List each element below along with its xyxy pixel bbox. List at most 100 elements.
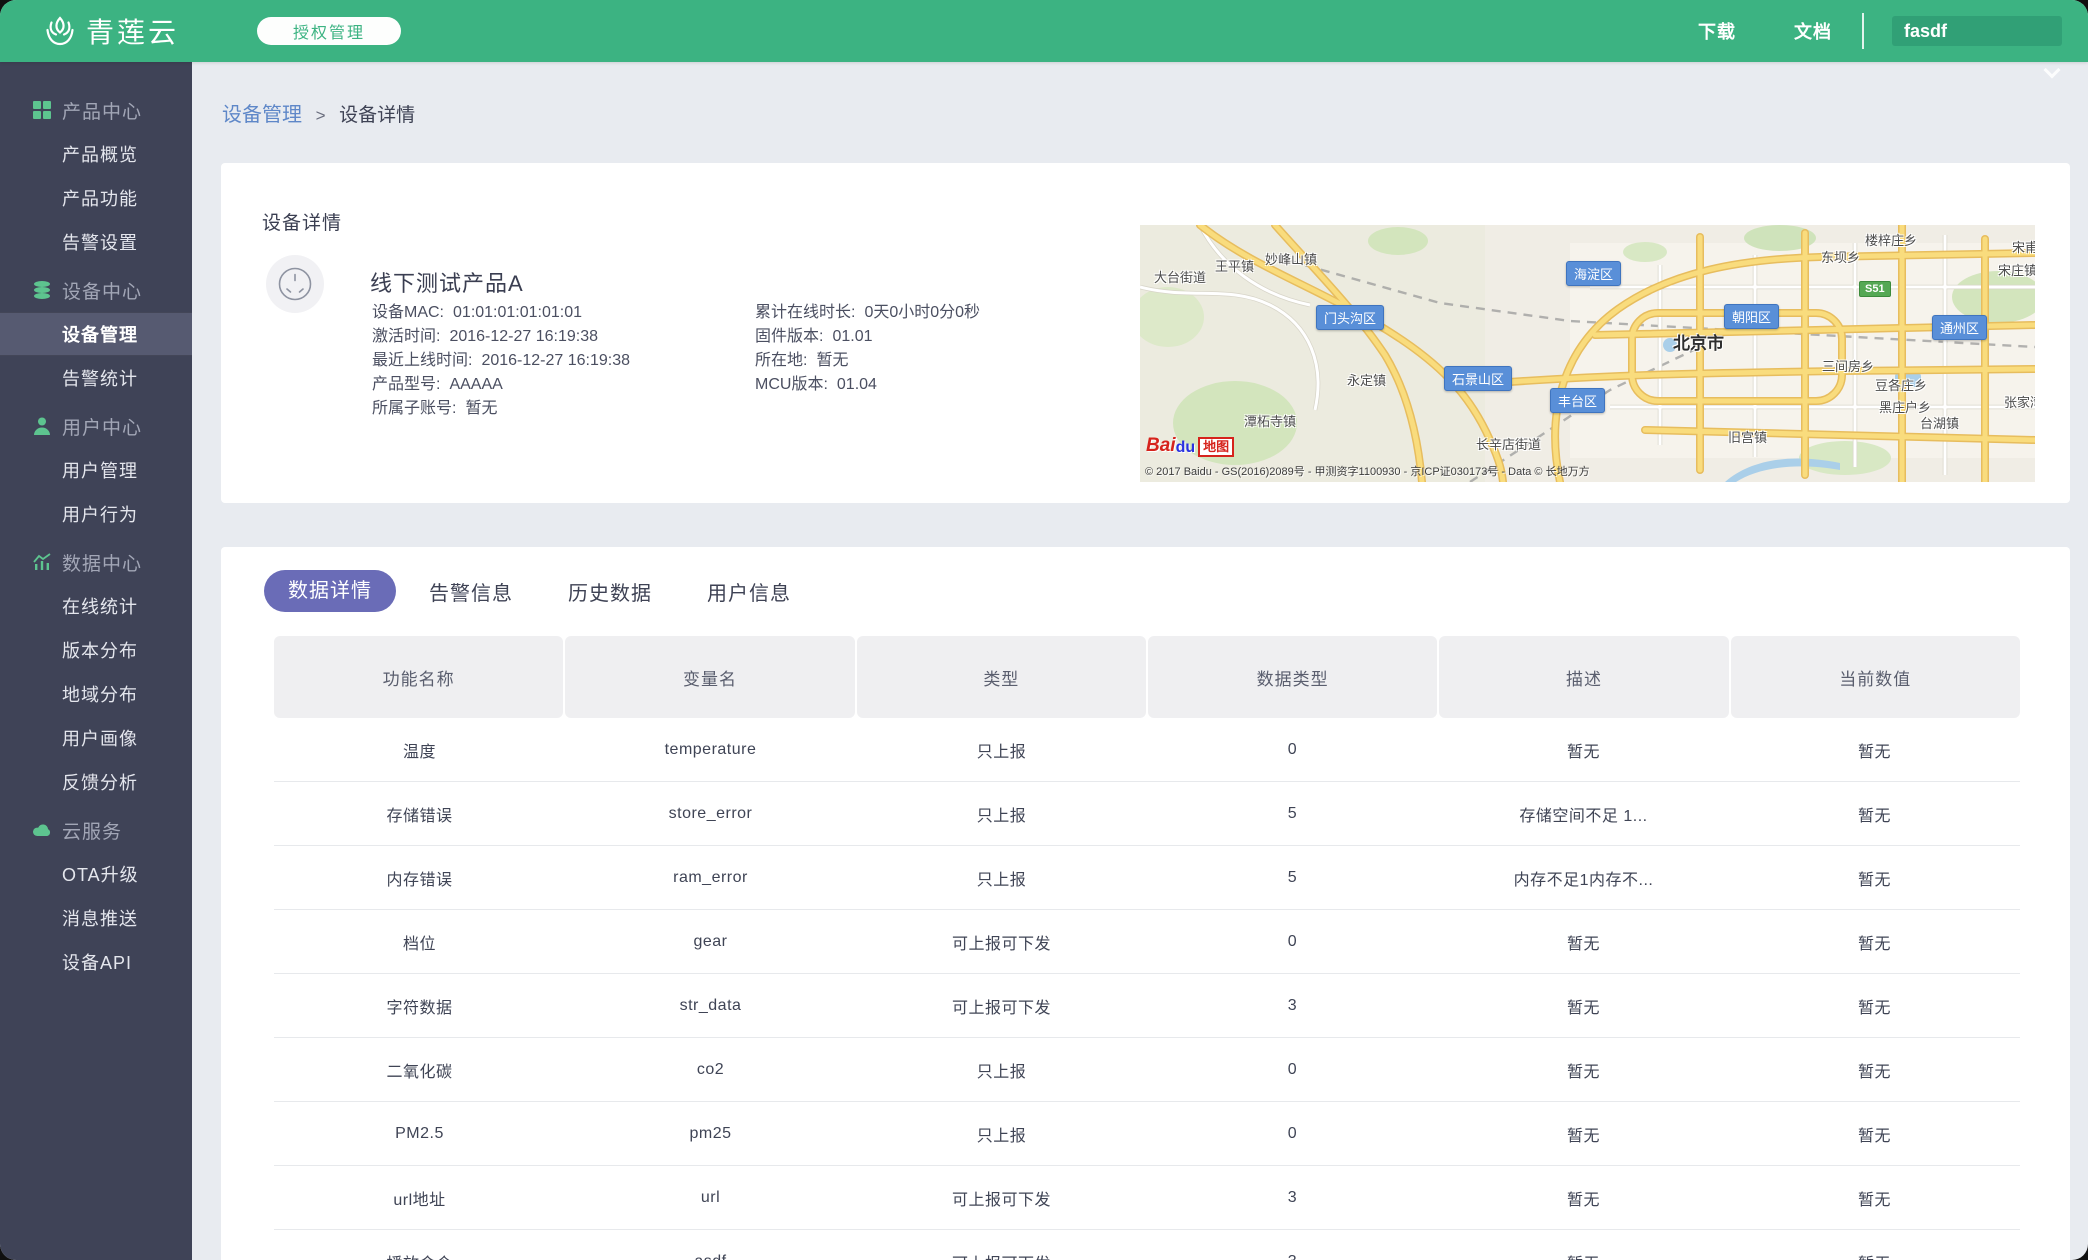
tab-item[interactable]: 用户信息 [707,577,791,606]
table-cell: 可上报可下发 [856,974,1147,1037]
field-label: 设备MAC: [372,304,444,321]
socket-icon [274,263,316,305]
field-value: 暂无 [816,352,848,369]
sidebar-item[interactable]: 用户管理 [0,448,192,492]
sidebar-section-label: 数据中心 [62,549,142,576]
table-cell: PM2.5 [274,1102,565,1165]
table-cell: 只上报 [856,782,1147,845]
table-cell: ram_error [565,846,856,909]
device-field: 所在地:暂无 [755,349,980,373]
sidebar-item[interactable]: 用户画像 [0,716,192,760]
table-cell: 3 [1147,1230,1438,1260]
table-cell: 只上报 [856,1102,1147,1165]
download-link[interactable]: 下载 [1698,18,1736,44]
sidebar-item[interactable]: 产品功能 [0,176,192,220]
map-district-label: 石景山区 [1444,366,1512,391]
table-cell: 暂无 [1729,1038,2020,1101]
sidebar-item[interactable]: 版本分布 [0,628,192,672]
table-cell: 暂无 [1729,1102,2020,1165]
card-title: 设备详情 [262,208,342,235]
cloud-icon [32,820,52,840]
table-cell: 二氧化碳 [274,1038,565,1101]
device-field: 设备MAC: 01:01:01:01:01:01 [372,301,630,325]
app-name: 青莲云 [86,11,179,51]
table-row: 档位gear可上报可下发0暂无暂无 [274,910,2020,974]
docs-link[interactable]: 文档 [1794,18,1832,44]
sidebar-section-device-center[interactable]: 设备中心 [0,268,192,312]
table-cell: 暂无 [1729,1166,2020,1229]
sidebar-section-label: 产品中心 [62,97,142,124]
table-cell: 5 [1147,782,1438,845]
table-row: PM2.5pm25只上报0暂无暂无 [274,1102,2020,1166]
table-row: 存储错误store_error只上报5存储空间不足 1...暂无 [274,782,2020,846]
table-cell: 只上报 [856,718,1147,781]
map-city-label: 北京市 [1673,329,1724,354]
map-district-label: 朝阳区 [1724,304,1779,329]
sidebar-item[interactable]: 设备API [0,940,192,984]
field-value: 2016-12-27 16:19:38 [481,352,630,369]
sidebar-item[interactable]: 用户行为 [0,492,192,536]
device-fields-left: 设备MAC:01:01:01:01:01:01 激活时间:2016-12-27 … [372,301,630,421]
top-bar: 青莲云 授权管理 下载 文档 [0,0,2088,62]
tab-item[interactable]: 告警信息 [429,577,513,606]
breadcrumb-device-management[interactable]: 设备管理 [222,104,302,126]
breadcrumb-current: 设备详情 [339,105,415,126]
device-field: 所属子账号:暂无 [372,397,630,421]
sidebar-section-data-center[interactable]: 数据中心 [0,540,192,584]
sidebar-item[interactable]: 告警统计 [0,356,192,400]
table-cell: 暂无 [1438,1166,1729,1229]
table-cell: 内存不足1内存不... [1438,846,1729,909]
field-value: 01:01:01:01:01:01 [453,304,582,321]
main-content: 设备管理 > 设备详情 设备详情 线下测试产品A 设备MAC: 01:01:01:… [192,62,2088,1260]
table-cell: 存储错误 [274,782,565,845]
breadcrumb-separator: > [316,106,326,125]
app-window: 青莲云 授权管理 下载 文档 产品中心 产品概览产品功能告警设置 设备中心 设备… [0,0,2088,1260]
table-header-cell: 类型 [857,636,1146,718]
chart-icon [32,552,52,572]
field-value: AAAAA [449,376,502,393]
tab-item[interactable]: 历史数据 [568,577,652,606]
sidebar-section-product-center[interactable]: 产品中心 [0,88,192,132]
map-district-label: 丰台区 [1550,388,1605,413]
table-cell: 暂无 [1438,718,1729,781]
sidebar-item[interactable]: OTA升级 [0,852,192,896]
table-cell: url地址 [274,1166,565,1229]
sidebar-section-cloud-service[interactable]: 云服务 [0,808,192,852]
auth-manage-button[interactable]: 授权管理 [257,17,401,45]
sidebar-item[interactable]: 产品概览 [0,132,192,176]
baidu-map-logo: Baidu地图 [1146,431,1234,457]
logo[interactable]: 青莲云 [42,11,179,51]
table-cell: 0 [1147,910,1438,973]
account-search-input[interactable] [1892,16,2062,46]
map-district-label: 通州区 [1932,315,1987,340]
map-attribution: © 2017 Baidu - GS(2016)2089号 - 甲测资字11009… [1145,463,1590,479]
field-label: 所属子账号: [372,400,456,417]
product-name: 线下测试产品A [370,266,524,298]
map-district-label: 门头沟区 [1316,305,1384,330]
table-cell: 存储空间不足 1... [1438,782,1729,845]
device-field: 固件版本:01.01 [755,325,980,349]
table-cell: 档位 [274,910,565,973]
baidu-map[interactable]: 北京市S51海淀区门头沟区石景山区朝阳区通州区丰台区妙峰山镇王平镇大台街道永定镇… [1140,225,2035,482]
map-place-label: 宋庄镇 [1998,260,2035,279]
table-cell: asdf [565,1230,856,1260]
sidebar-item[interactable]: 设备管理 [0,312,192,356]
sidebar-item[interactable]: 地域分布 [0,672,192,716]
map-place-label: 旧宫镇 [1728,427,1767,446]
sidebar-section-label: 云服务 [62,817,122,844]
sidebar-item[interactable]: 告警设置 [0,220,192,264]
map-district-label: 海淀区 [1566,261,1621,286]
sidebar-section-user-center[interactable]: 用户中心 [0,404,192,448]
tab-active[interactable]: 数据详情 [264,570,396,612]
sidebar-item[interactable]: 反馈分析 [0,760,192,804]
sidebar-nav: 产品中心 产品概览产品功能告警设置 设备中心 设备管理告警统计 用户中心 用户管… [0,62,192,984]
table-cell: 暂无 [1438,1038,1729,1101]
sidebar-item[interactable]: 在线统计 [0,584,192,628]
table-cell: 温度 [274,718,565,781]
map-place-label: 张家湾镇 [2004,392,2035,411]
table-header-cell: 功能名称 [274,636,563,718]
sidebar-item[interactable]: 消息推送 [0,896,192,940]
table-row: 播放命令asdf可上报可下发3暂无暂无 [274,1230,2020,1260]
field-label: 最近上线时间: [372,352,472,369]
table-header-row: 功能名称变量名类型数据类型描述当前数值 [274,636,2020,718]
